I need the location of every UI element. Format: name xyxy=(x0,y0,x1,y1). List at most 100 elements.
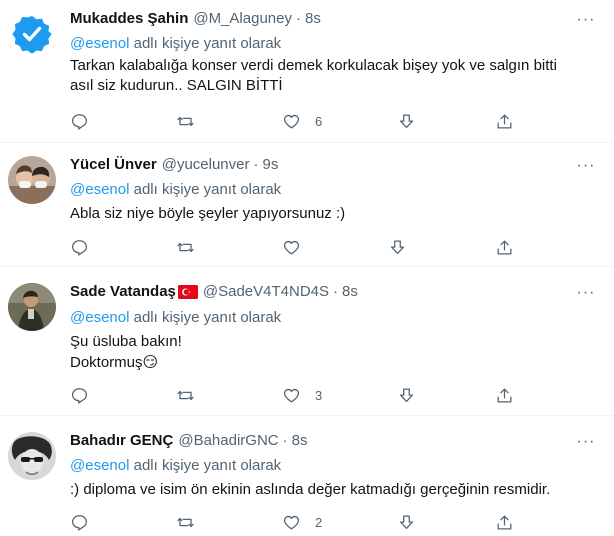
tweet-text: Abla siz niye böyle şeyler yapıyorsunuz … xyxy=(70,205,346,222)
like-button[interactable]: 3 xyxy=(282,384,322,406)
reply-context: @esenol adlı kişiye yanıt olarak xyxy=(70,181,281,198)
share-icon xyxy=(497,114,512,128)
timestamp[interactable]: 8s xyxy=(342,283,358,300)
timestamp[interactable]: 9s xyxy=(263,156,279,173)
reply-context: @esenol adlı kişiye yanıt olarak xyxy=(70,457,281,474)
retweet-button[interactable] xyxy=(176,384,209,406)
reply-button[interactable] xyxy=(70,384,103,406)
share-icon xyxy=(497,240,512,254)
reply-mention-link[interactable]: @esenol xyxy=(70,457,129,474)
share-button[interactable] xyxy=(495,110,514,132)
separator: · xyxy=(253,156,259,173)
timestamp[interactable]: 8s xyxy=(305,10,321,27)
retweet-button[interactable] xyxy=(176,511,209,533)
reply-context: @esenol adlı kişiye yanıt olarak xyxy=(70,309,281,326)
like-button[interactable]: 6 xyxy=(282,110,322,132)
reply-context-text: adlı kişiye yanıt olarak xyxy=(129,457,282,474)
downvote-button[interactable] xyxy=(397,511,416,533)
author-name[interactable]: Yücel Ünver xyxy=(70,156,157,173)
share-icon xyxy=(497,515,512,529)
reply-mention-link[interactable]: @esenol xyxy=(70,181,129,198)
reply-context-text: adlı kişiye yanıt olarak xyxy=(129,35,282,52)
retweet-icon xyxy=(177,116,194,126)
like-count: 2 xyxy=(315,514,323,530)
author-name[interactable]: Sade Vatandaş xyxy=(70,283,176,300)
author-handle[interactable]: @BahadirGNC xyxy=(178,432,278,449)
reply-mention-link[interactable]: @esenol xyxy=(70,35,129,52)
retweet-icon xyxy=(177,390,194,400)
tweet-actions: 2 xyxy=(70,511,550,533)
tweet-header: Bahadır GENÇ @BahadirGNC · 8s xyxy=(70,432,307,449)
verified-badge-avatar-icon xyxy=(8,10,56,58)
reply-button[interactable] xyxy=(70,236,103,258)
separator: · xyxy=(333,283,339,300)
tweet[interactable]: Yücel Ünver @yucelunver · 9s ··· @esenol… xyxy=(0,143,614,267)
share-button[interactable] xyxy=(495,236,514,258)
tweet[interactable]: Bahadır GENÇ @BahadirGNC · 8s ··· @eseno… xyxy=(0,416,614,536)
retweet-button[interactable] xyxy=(176,236,209,258)
like-count: 3 xyxy=(315,387,323,403)
retweet-icon xyxy=(177,242,194,252)
author-handle[interactable]: @SadeV4T4ND4S xyxy=(203,283,329,300)
reply-icon xyxy=(71,514,88,531)
more-options-icon[interactable]: ··· xyxy=(576,283,596,303)
tweet[interactable]: Sade Vatandaş @SadeV4T4ND4S · 8s ··· @es… xyxy=(0,267,614,416)
down-arrow-icon xyxy=(399,388,414,402)
tweet-actions xyxy=(70,236,550,258)
down-arrow-icon xyxy=(399,114,414,128)
reply-icon xyxy=(71,387,88,404)
tweet-actions: 6 xyxy=(70,110,550,132)
reply-button[interactable] xyxy=(70,511,103,533)
reply-context: @esenol adlı kişiye yanıt olarak xyxy=(70,35,281,52)
tweet-text: :) diploma ve isim ön ekinin aslında değ… xyxy=(70,481,551,498)
author-name[interactable]: Mukaddes Şahin xyxy=(70,10,188,27)
avatar[interactable] xyxy=(8,156,56,204)
tweet-header: Yücel Ünver @yucelunver · 9s xyxy=(70,156,278,173)
tweet-text: Şu üsluba bakın! Doktormuş😏 xyxy=(70,333,182,371)
heart-icon xyxy=(283,388,300,402)
like-count: 6 xyxy=(315,113,323,129)
tweet-text: Tarkan kalabalığa konser verdi demek kor… xyxy=(70,57,557,94)
heart-icon xyxy=(283,515,300,529)
timestamp[interactable]: 8s xyxy=(292,432,308,449)
downvote-button[interactable] xyxy=(397,384,416,406)
tweet-actions: 3 xyxy=(70,384,550,406)
heart-icon xyxy=(283,240,300,254)
reply-context-text: adlı kişiye yanıt olarak xyxy=(129,309,282,326)
retweet-button[interactable] xyxy=(176,110,209,132)
turkey-flag-icon xyxy=(177,284,198,299)
retweet-icon xyxy=(177,517,194,527)
reply-icon xyxy=(71,239,88,256)
like-button[interactable] xyxy=(282,236,315,258)
more-options-icon[interactable]: ··· xyxy=(576,10,596,30)
reply-mention-link[interactable]: @esenol xyxy=(70,309,129,326)
share-button[interactable] xyxy=(495,511,514,533)
author-name[interactable]: Bahadır GENÇ xyxy=(70,432,173,449)
like-button[interactable]: 2 xyxy=(282,511,322,533)
more-options-icon[interactable]: ··· xyxy=(576,432,596,452)
separator: · xyxy=(282,432,288,449)
more-options-icon[interactable]: ··· xyxy=(576,156,596,176)
share-icon xyxy=(497,388,512,402)
share-button[interactable] xyxy=(495,384,514,406)
user-photo-avatar-icon xyxy=(8,283,56,331)
reply-context-text: adlı kişiye yanıt olarak xyxy=(129,181,282,198)
user-photo-avatar-icon xyxy=(8,156,56,204)
avatar[interactable] xyxy=(8,432,56,480)
down-arrow-icon xyxy=(399,515,414,529)
downvote-button[interactable] xyxy=(388,236,407,258)
author-handle[interactable]: @yucelunver xyxy=(162,156,250,173)
reply-button[interactable] xyxy=(70,110,103,132)
heart-icon xyxy=(283,114,300,128)
down-arrow-icon xyxy=(390,240,405,254)
downvote-button[interactable] xyxy=(397,110,416,132)
avatar[interactable] xyxy=(8,283,56,331)
user-photo-avatar-icon xyxy=(8,432,56,480)
tweet-header: Sade Vatandaş @SadeV4T4ND4S · 8s xyxy=(70,283,358,300)
separator: · xyxy=(295,10,301,27)
reply-icon xyxy=(71,113,88,130)
tweet-header: Mukaddes Şahin @M_Alaguney · 8s xyxy=(70,10,321,27)
author-handle[interactable]: @M_Alaguney xyxy=(193,10,292,27)
avatar[interactable] xyxy=(8,10,56,58)
tweet[interactable]: Mukaddes Şahin @M_Alaguney · 8s ··· @ese… xyxy=(0,0,614,143)
